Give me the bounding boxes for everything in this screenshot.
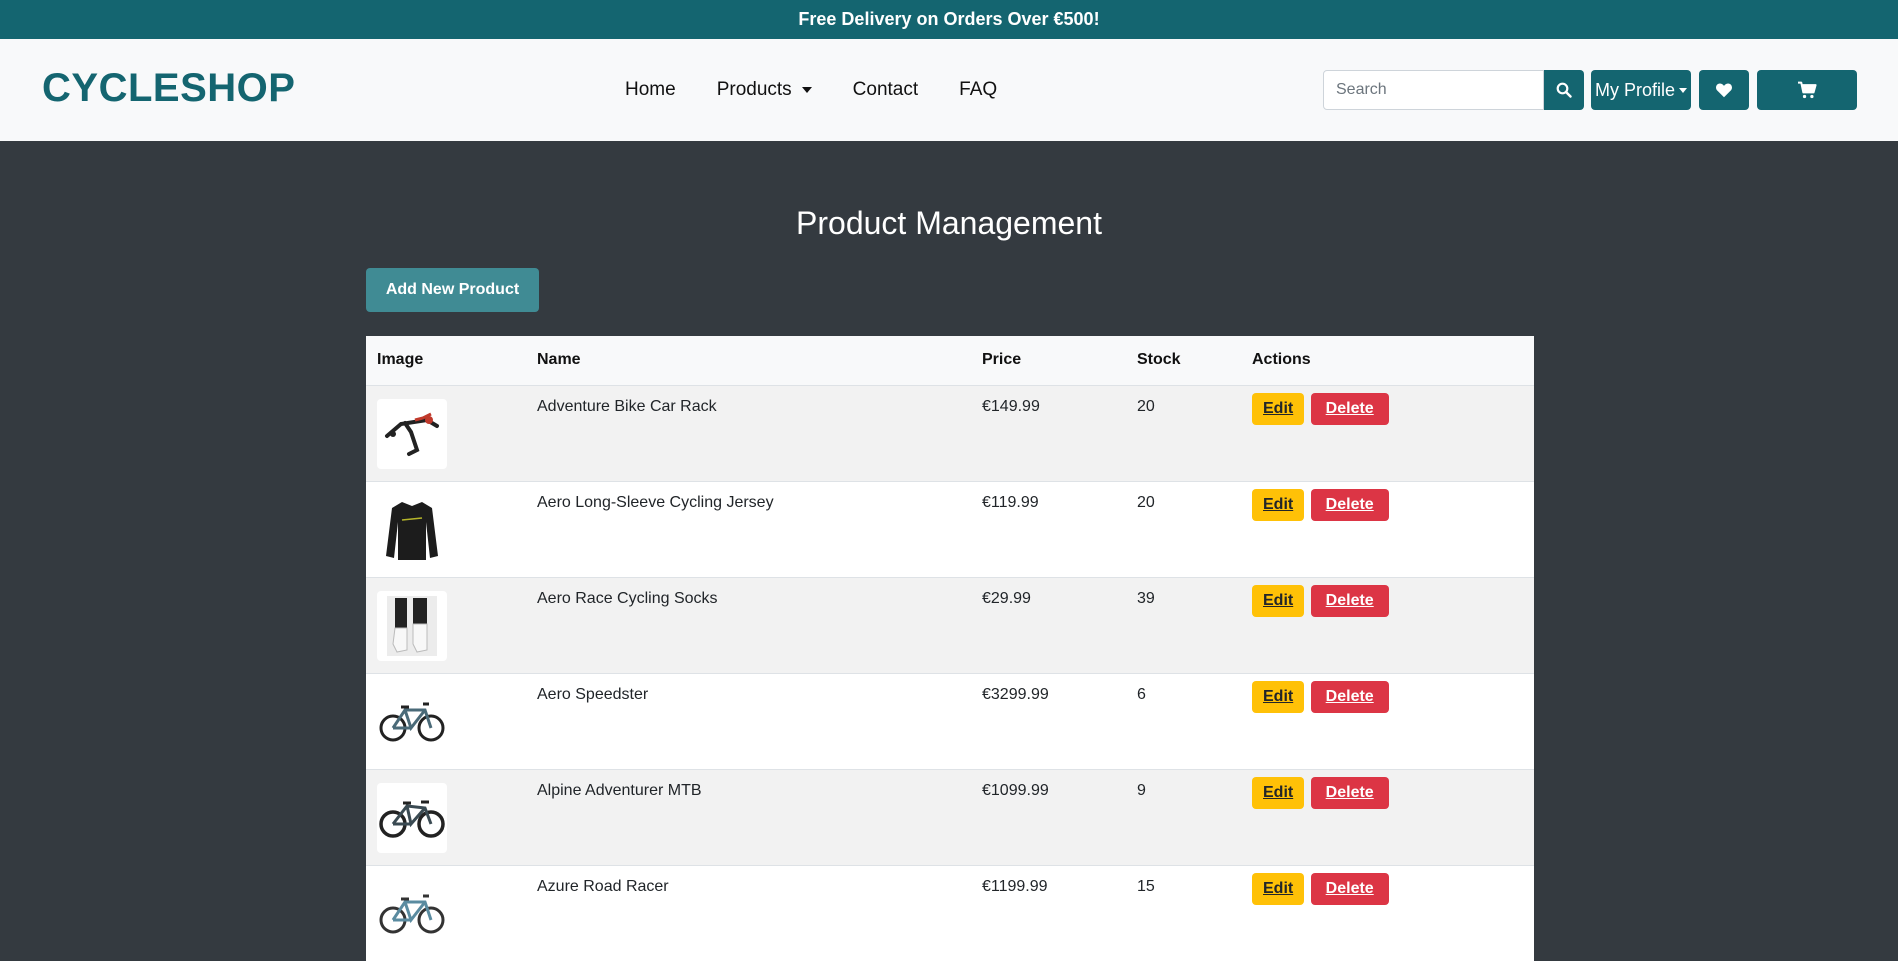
cart-button[interactable]: [1757, 70, 1857, 110]
delete-button[interactable]: Delete: [1310, 392, 1389, 425]
search-button[interactable]: [1544, 70, 1584, 110]
table-row: Aero Race Cycling Socks €29.99 39 Edit D…: [366, 577, 1534, 673]
search-icon: [1556, 82, 1572, 98]
product-name: Aero Long-Sleeve Cycling Jersey: [537, 493, 774, 511]
column-header-image: Image: [366, 336, 526, 386]
road-bike-icon: [379, 702, 445, 741]
product-stock: 6: [1137, 685, 1146, 703]
delete-button[interactable]: Delete: [1310, 680, 1389, 713]
table-header-row: Image Name Price Stock Actions: [366, 336, 1534, 386]
product-price: €149.99: [982, 397, 1040, 415]
chevron-down-icon: [1679, 87, 1687, 93]
product-table-container: Image Name Price Stock Actions Adventure…: [366, 336, 1534, 961]
nav-home[interactable]: Home: [625, 79, 676, 101]
product-thumbnail: [377, 686, 447, 757]
my-profile-label: My Profile: [1594, 79, 1675, 100]
product-thumbnail: [377, 398, 447, 469]
column-header-name: Name: [526, 336, 971, 386]
search-input[interactable]: [1323, 70, 1544, 110]
heart-icon: [1716, 83, 1732, 98]
jersey-icon: [386, 501, 438, 560]
product-stock: 20: [1137, 397, 1155, 415]
table-row: Aero Long-Sleeve Cycling Jersey €119.99 …: [366, 481, 1534, 577]
main-nav: Home Products Contact FAQ: [625, 39, 997, 141]
product-name: Aero Race Cycling Socks: [537, 589, 718, 607]
column-header-stock: Stock: [1126, 336, 1241, 386]
delete-button[interactable]: Delete: [1310, 584, 1389, 617]
delete-button[interactable]: Delete: [1310, 488, 1389, 521]
search-group: [1323, 70, 1584, 110]
nav-products-label: Products: [716, 79, 792, 100]
road-bike-icon: [379, 894, 445, 933]
table-row: Adventure Bike Car Rack €149.99 20 Edit …: [366, 385, 1534, 481]
product-table: Image Name Price Stock Actions Adventure…: [366, 336, 1534, 961]
promo-banner: Free Delivery on Orders Over €500!: [0, 0, 1898, 39]
column-header-price: Price: [971, 336, 1126, 386]
product-thumbnail: [377, 494, 447, 565]
product-stock: 9: [1137, 781, 1146, 799]
my-profile-dropdown[interactable]: My Profile: [1591, 70, 1691, 110]
edit-button[interactable]: Edit: [1252, 584, 1305, 617]
product-thumbnail: [377, 590, 447, 661]
mtb-icon: [379, 800, 445, 838]
product-thumbnail: [377, 782, 447, 853]
bike-rack-icon: [385, 412, 439, 456]
product-thumbnail: [377, 878, 447, 949]
edit-button[interactable]: Edit: [1252, 680, 1305, 713]
edit-button[interactable]: Edit: [1252, 776, 1305, 809]
product-stock: 20: [1137, 493, 1155, 511]
nav-contact[interactable]: Contact: [853, 79, 918, 101]
product-name: Azure Road Racer: [537, 877, 669, 895]
product-price: €119.99: [982, 493, 1039, 511]
brand-logo[interactable]: CYCLESHOP: [42, 66, 295, 111]
cart-icon: [1798, 81, 1817, 99]
table-row: Alpine Adventurer MTB €1099.99 9 Edit De…: [366, 769, 1534, 865]
nav-products-dropdown[interactable]: Products: [717, 79, 812, 101]
add-new-product-button[interactable]: Add New Product: [366, 268, 539, 312]
wishlist-button[interactable]: [1699, 70, 1749, 110]
page-title: Product Management: [796, 205, 1102, 241]
product-name: Alpine Adventurer MTB: [537, 781, 702, 799]
table-row: Azure Road Racer €1199.99 15 Edit Delete: [366, 865, 1534, 961]
chevron-down-icon: [801, 87, 812, 93]
edit-button[interactable]: Edit: [1252, 872, 1305, 905]
product-name: Adventure Bike Car Rack: [537, 397, 717, 415]
product-price: €1099.99: [982, 781, 1049, 799]
product-price: €1199.99: [982, 877, 1048, 895]
socks-icon: [387, 595, 437, 656]
product-price: €3299.99: [982, 685, 1049, 703]
product-name: Aero Speedster: [537, 685, 649, 703]
delete-button[interactable]: Delete: [1310, 776, 1389, 809]
product-stock: 39: [1137, 589, 1155, 607]
nav-faq[interactable]: FAQ: [959, 79, 997, 101]
column-header-actions: Actions: [1241, 336, 1534, 386]
product-price: €29.99: [982, 589, 1031, 607]
delete-button[interactable]: Delete: [1310, 872, 1389, 905]
edit-button[interactable]: Edit: [1252, 392, 1305, 425]
edit-button[interactable]: Edit: [1252, 488, 1305, 521]
product-stock: 15: [1137, 877, 1155, 895]
navbar: CYCLESHOP Home Products Contact FAQ My P…: [0, 39, 1898, 141]
table-row: Aero Speedster €3299.99 6 Edit Delete: [366, 673, 1534, 769]
